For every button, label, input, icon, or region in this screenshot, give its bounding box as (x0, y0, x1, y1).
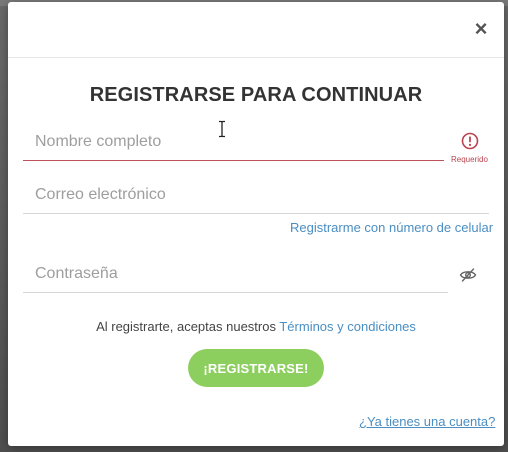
email-input[interactable] (23, 180, 489, 210)
password-underline (23, 292, 448, 293)
modal-title: REGISTRARSE PARA CONTINUAR (89, 84, 423, 106)
modal-header: × (8, 2, 504, 58)
password-input[interactable] (23, 259, 448, 289)
phone-register-link[interactable]: Registrarme con número de celular (290, 220, 493, 235)
eye-slash-icon[interactable] (459, 266, 477, 284)
password-field (23, 259, 448, 293)
name-input[interactable] (23, 127, 444, 157)
email-field (23, 180, 489, 214)
register-button[interactable]: ¡REGISTRARSE! (188, 349, 324, 387)
register-modal: × REGISTRARSE PARA CONTINUAR Requerido R… (8, 2, 504, 446)
terms-text: Al registrarte, aceptas nuestros Término… (8, 319, 504, 334)
name-underline (23, 160, 444, 161)
alert-circle-icon (461, 132, 479, 150)
name-error-text: Requerido (451, 155, 488, 164)
email-underline (23, 213, 489, 214)
text-cursor-icon (219, 120, 225, 138)
login-link[interactable]: ¿Ya tienes una cuenta? (359, 414, 495, 429)
terms-prefix: Al registrarte, aceptas nuestros (96, 319, 280, 334)
name-field (23, 127, 444, 161)
close-icon[interactable]: × (471, 18, 491, 40)
terms-link[interactable]: Términos y condiciones (279, 319, 416, 334)
